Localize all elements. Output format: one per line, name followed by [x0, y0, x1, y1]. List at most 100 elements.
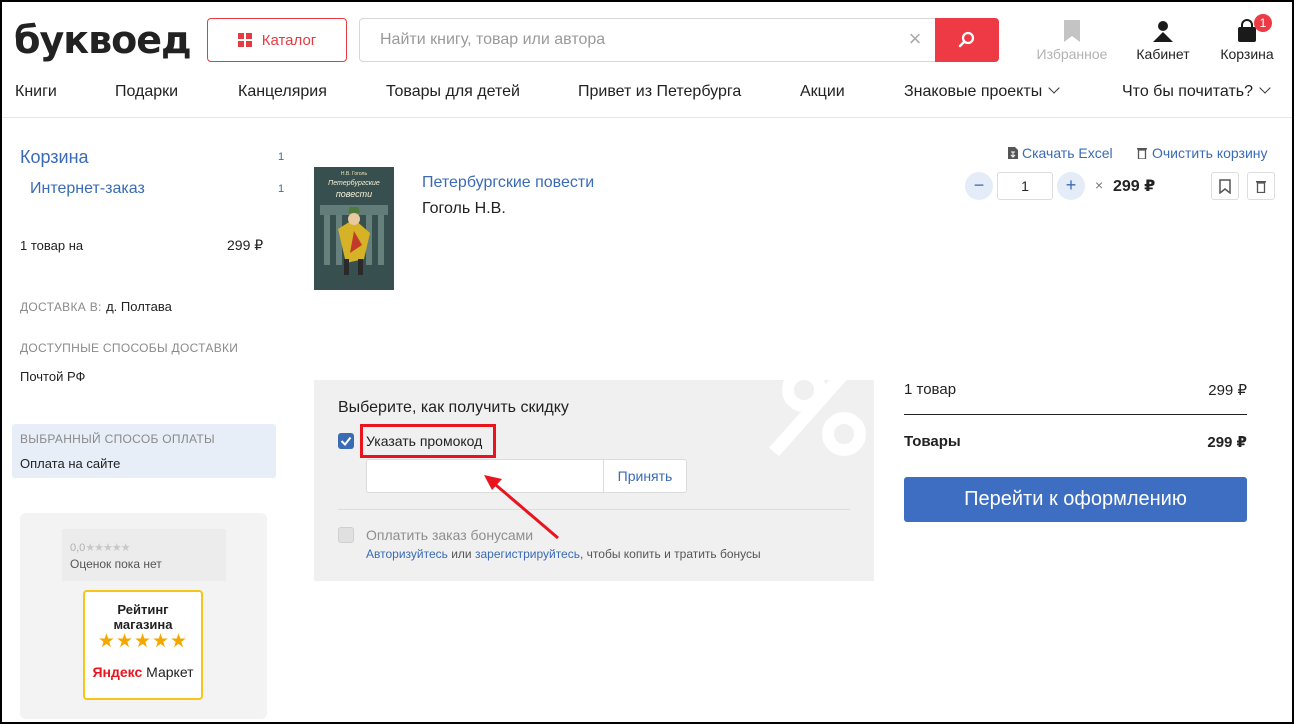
- register-link[interactable]: зарегистрируйтесь: [475, 547, 580, 561]
- rating-note: Оценок пока нет: [70, 557, 162, 571]
- delivery-method: Почтой РФ: [20, 369, 86, 384]
- bonus-note: Авторизуйтесь или зарегистрируйтесь, что…: [366, 547, 761, 561]
- catalog-label: Каталог: [261, 31, 317, 49]
- payment-method: Оплата на сайте: [20, 456, 121, 471]
- file-download-icon: [1008, 147, 1018, 159]
- discount-divider: [338, 509, 850, 510]
- product-title-link[interactable]: Петербургские повести: [422, 174, 594, 192]
- favorites-label: Избранное: [1036, 46, 1108, 62]
- chevron-down-icon: [1048, 82, 1060, 94]
- annotation-arrow: [484, 475, 559, 540]
- cart-button[interactable]: 1 Корзина: [1214, 14, 1280, 62]
- cart-label: Корзина: [1220, 46, 1274, 62]
- user-icon: [1153, 21, 1173, 42]
- catalog-icon: [237, 33, 252, 47]
- trash-icon: [1256, 180, 1266, 193]
- sidebar-items-summary: 1 товар на: [20, 238, 84, 253]
- sidebar-delivery[interactable]: ДОСТАВКА В: д. Полтава: [20, 298, 172, 316]
- check-icon: [340, 436, 352, 447]
- summary-items-value: 299 ₽: [1208, 382, 1247, 399]
- clear-icon[interactable]: ×: [904, 28, 926, 51]
- search-input[interactable]: [360, 19, 900, 61]
- summary-row-items: 1 товар 299 ₽: [904, 381, 1247, 399]
- trash-icon: [1137, 148, 1147, 160]
- catalog-button[interactable]: Каталог: [207, 18, 347, 62]
- chevron-down-icon: [1259, 82, 1271, 94]
- store-rating-card: 0,0★★★★★ Оценок пока нет Рейтинг магазин…: [20, 513, 267, 719]
- delivery-methods-caption: ДОСТУПНЫЕ СПОСОБЫ ДОСТАВКИ: [20, 341, 239, 355]
- logo[interactable]: буквоед: [14, 14, 192, 66]
- bookmark-icon: [1064, 20, 1080, 42]
- main-nav: Книги Подарки Канцелярия Товары для дете…: [15, 82, 1277, 103]
- cabinet-label: Кабинет: [1136, 46, 1190, 62]
- download-excel-link[interactable]: Скачать Excel: [1008, 145, 1113, 161]
- nav-item-sales[interactable]: Акции: [800, 83, 845, 101]
- cover-author: Н.В. Гоголь: [340, 171, 368, 177]
- remove-item-button[interactable]: [1247, 172, 1275, 200]
- search-button[interactable]: [935, 18, 999, 62]
- badge-title-2: магазина: [113, 617, 173, 632]
- product-price: 299 ₽: [1113, 178, 1156, 195]
- book-cover-image[interactable]: Н.В. Гоголь Петербургские повести: [314, 167, 394, 290]
- nav-item-gifts[interactable]: Подарки: [115, 83, 178, 101]
- nav-item-what-to-read-label: Что бы почитать?: [1122, 83, 1254, 100]
- cover-title-2: повести: [335, 189, 373, 199]
- sidebar-order-type[interactable]: Интернет-заказ: [30, 180, 145, 198]
- clear-cart-link[interactable]: Очистить корзину: [1137, 145, 1268, 161]
- cover-title-1: Петербургские: [328, 180, 380, 187]
- quantity-input[interactable]: [997, 172, 1053, 200]
- nav-item-stationery[interactable]: Канцелярия: [238, 83, 327, 101]
- nav-item-kids[interactable]: Товары для детей: [386, 83, 520, 101]
- bonus-note-rest: , чтобы копить и тратить бонусы: [579, 547, 761, 561]
- summary-divider: [904, 414, 1247, 415]
- bookmark-outline-icon: [1219, 178, 1231, 194]
- percent-icon: [769, 380, 866, 457]
- nav-item-projects[interactable]: Знаковые проекты: [904, 82, 1060, 101]
- payment-method-box[interactable]: ВЫБРАННЫЙ СПОСОБ ОПЛАТЫ Оплата на сайте: [12, 424, 276, 478]
- login-link[interactable]: Авторизуйтесь: [366, 547, 448, 561]
- payment-caption: ВЫБРАННЫЙ СПОСОБ ОПЛАТЫ: [20, 432, 215, 446]
- promo-checkbox[interactable]: [338, 433, 354, 449]
- rating-score: 0,0: [70, 542, 86, 554]
- delivery-caption: ДОСТАВКА В:: [20, 300, 102, 314]
- nav-item-projects-label: Знаковые проекты: [904, 83, 1043, 100]
- discount-title: Выберите, как получить скидку: [338, 399, 569, 416]
- nav-item-books[interactable]: Книги: [15, 83, 57, 101]
- cabinet-button[interactable]: Кабинет: [1130, 16, 1196, 62]
- nav-divider: [0, 117, 1294, 118]
- sidebar-order-count: 1: [278, 183, 285, 195]
- checkout-button[interactable]: Перейти к оформлению: [904, 477, 1247, 522]
- search-icon: [958, 31, 975, 48]
- cart-count-badge: 1: [1254, 14, 1272, 32]
- sidebar-cart-title[interactable]: Корзина: [20, 147, 89, 168]
- badge-title-1: Рейтинг: [117, 602, 169, 617]
- annotation-highlight-box: [360, 424, 496, 458]
- summary-row-goods: Товары 299 ₽: [904, 433, 1247, 451]
- quantity-increase-button[interactable]: +: [1057, 172, 1085, 200]
- delivery-city: д. Полтава: [106, 299, 172, 314]
- search-box: ×: [359, 18, 999, 62]
- discount-panel: Выберите, как получить скидку Указать пр…: [314, 380, 874, 581]
- yandex-market-logo: Яндекс Маркет: [92, 664, 194, 680]
- summary-items-label: 1 товар: [904, 381, 957, 398]
- nav-item-what-to-read[interactable]: Что бы почитать?: [1122, 82, 1271, 101]
- bonus-note-or: или: [447, 547, 475, 561]
- sidebar-items-total: 299 ₽: [227, 237, 264, 253]
- clear-cart-label: Очистить корзину: [1152, 145, 1268, 161]
- sidebar-cart-count: 1: [278, 151, 285, 163]
- add-to-favorites-button[interactable]: [1211, 172, 1239, 200]
- rating-stars: ★★★★★: [85, 542, 130, 554]
- rating-summary: 0,0★★★★★ Оценок пока нет: [62, 529, 226, 581]
- download-excel-label: Скачать Excel: [1022, 145, 1113, 161]
- quantity-decrease-button[interactable]: −: [965, 172, 993, 200]
- summary-goods-value: 299 ₽: [1207, 434, 1247, 451]
- yandex-market-badge[interactable]: Рейтинг магазина ★★★★★ Яндекс Маркет: [83, 590, 203, 700]
- nav-item-petersburg[interactable]: Привет из Петербурга: [578, 83, 741, 101]
- product-author: Гоголь Н.В.: [422, 200, 506, 217]
- bonus-checkbox[interactable]: [338, 527, 354, 543]
- times-sign: ×: [1095, 177, 1104, 193]
- summary-goods-label: Товары: [904, 433, 961, 450]
- apply-promo-button[interactable]: Принять: [603, 459, 687, 493]
- favorites-button[interactable]: Избранное: [1034, 16, 1110, 62]
- badge-stars: ★★★★★: [97, 631, 189, 652]
